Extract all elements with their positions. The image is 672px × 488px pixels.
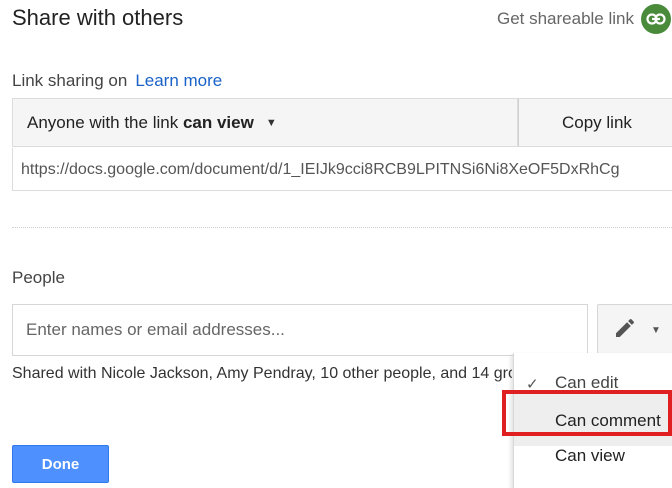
people-input[interactable] (12, 304, 588, 356)
pencil-icon (613, 316, 637, 345)
learn-more-link[interactable]: Learn more (135, 71, 222, 90)
share-url-field[interactable]: https://docs.google.com/document/d/1_IEI… (12, 148, 672, 191)
link-sharing-status: Link sharing on Learn more (12, 71, 222, 91)
shared-with-text[interactable]: Shared with Nicole Jackson, Amy Pendray,… (12, 365, 512, 383)
divider (12, 227, 672, 228)
menu-item-label: Can edit (555, 373, 619, 389)
link-permission-dropdown[interactable]: Anyone with the link can view ▼ (12, 98, 518, 147)
dialog-title: Share with others (12, 5, 184, 30)
caret-down-icon: ▼ (265, 116, 277, 129)
link-sharing-label: Link sharing on (12, 71, 128, 90)
check-icon: ✓ (526, 376, 539, 389)
get-shareable-link[interactable]: Get shareable link (497, 9, 634, 29)
done-button[interactable]: Done (12, 445, 109, 483)
menu-item-label: Can view (555, 446, 625, 465)
access-level-menu: ✓ Can edit Can comment Can view (513, 353, 672, 488)
menu-item-can-comment[interactable]: Can comment (514, 391, 672, 446)
link-icon[interactable] (641, 4, 671, 34)
menu-item-can-edit[interactable]: ✓ Can edit (514, 367, 672, 389)
access-level-button[interactable]: ▼ (597, 304, 672, 356)
caret-down-icon: ▼ (651, 324, 661, 336)
permission-level: can view (182, 112, 254, 132)
permission-prefix: Anyone with the link (27, 112, 179, 132)
people-label: People (12, 268, 65, 287)
permission-text: Anyone with the link can view (27, 113, 254, 133)
menu-item-can-view[interactable]: Can view (514, 446, 672, 478)
menu-item-label: Can comment (555, 411, 661, 430)
copy-link-button[interactable]: Copy link (518, 98, 672, 147)
